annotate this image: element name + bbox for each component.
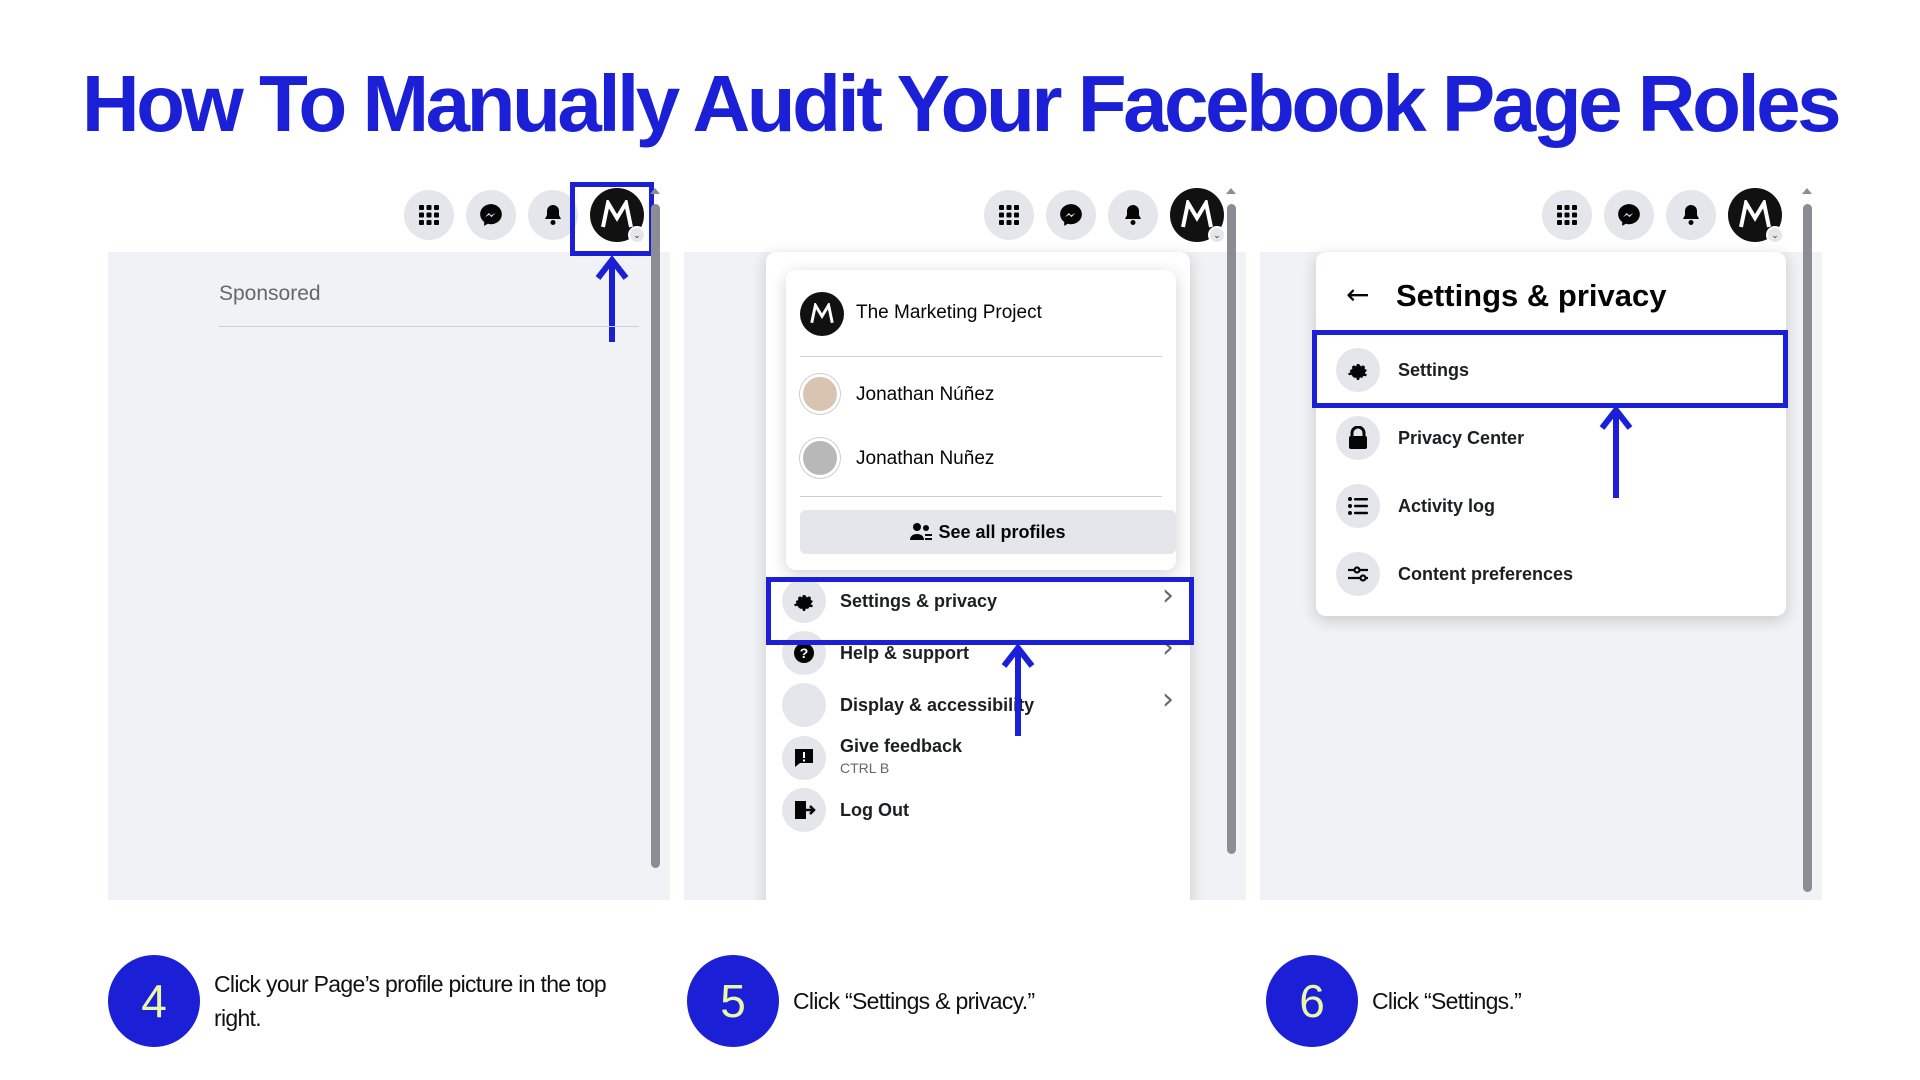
- profile-item[interactable]: Jonathan Nuñez: [856, 448, 994, 470]
- sponsored-label: Sponsored: [219, 282, 321, 305]
- scroll-up-icon[interactable]: [650, 188, 660, 194]
- step-text: Click “Settings & privacy.”: [793, 988, 1035, 1014]
- feedback-icon: [782, 736, 826, 780]
- menu-grid-icon[interactable]: [1542, 190, 1592, 240]
- step-number: 4: [108, 955, 200, 1047]
- page-avatar-icon[interactable]: ⌄: [1170, 188, 1226, 244]
- divider: [800, 356, 1162, 357]
- page-avatar-icon: [800, 292, 844, 336]
- logout-icon: [782, 788, 826, 832]
- scroll-up-icon[interactable]: [1802, 188, 1812, 194]
- chevron-down-icon: ⌄: [1208, 226, 1226, 244]
- step-text: Click your Page’s profile picture in the…: [214, 971, 607, 1031]
- messenger-icon[interactable]: [1604, 190, 1654, 240]
- divider: [219, 326, 639, 327]
- highlight-box: [1312, 330, 1788, 408]
- avatar: [800, 374, 840, 414]
- step-number: 6: [1266, 955, 1358, 1047]
- step-4: 4 Click your Page’s profile picture in t…: [108, 955, 668, 1047]
- menu-grid-icon[interactable]: [404, 190, 454, 240]
- panel-step-4: ⌄ Sponsored: [108, 180, 670, 900]
- menu-grid-icon[interactable]: [984, 190, 1034, 240]
- menu-item-label[interactable]: Content preferences: [1398, 564, 1573, 585]
- feed-background: [108, 252, 670, 900]
- bell-icon[interactable]: [1108, 190, 1158, 240]
- highlight-box: [570, 182, 654, 256]
- back-arrow-icon[interactable]: ←: [1346, 278, 1369, 311]
- scrollbar[interactable]: [1227, 204, 1236, 854]
- up-arrow-icon: [1001, 643, 1035, 736]
- menu-item-label[interactable]: Activity log: [1398, 496, 1495, 517]
- step-5: 5 Click “Settings & privacy.”: [687, 955, 1247, 1047]
- account-menu: The Marketing Project Jonathan Núñez Jon…: [766, 252, 1190, 900]
- chevron-right-icon: ›: [1162, 682, 1174, 717]
- see-all-profiles-button[interactable]: See all profiles: [800, 510, 1176, 554]
- divider: [800, 496, 1162, 497]
- scrollbar[interactable]: [1803, 204, 1812, 892]
- step-6: 6 Click “Settings.”: [1266, 955, 1826, 1047]
- menu-title: Settings & privacy: [1396, 278, 1667, 313]
- messenger-icon[interactable]: [466, 190, 516, 240]
- see-all-label: See all profiles: [938, 521, 1066, 542]
- highlight-box: [766, 577, 1194, 645]
- scroll-up-icon[interactable]: [1226, 188, 1236, 194]
- menu-item-label[interactable]: Privacy Center: [1398, 428, 1524, 449]
- shortcut-hint: CTRL B: [840, 760, 890, 776]
- up-arrow-icon: [1599, 405, 1633, 498]
- page-title: How To Manually Audit Your Facebook Page…: [81, 59, 1842, 148]
- profiles-card: The Marketing Project Jonathan Núñez Jon…: [786, 270, 1176, 570]
- chevron-down-icon: ⌄: [1766, 226, 1784, 244]
- menu-item-label[interactable]: Log Out: [840, 800, 909, 821]
- scrollbar[interactable]: [651, 204, 660, 868]
- bell-icon[interactable]: [1666, 190, 1716, 240]
- people-icon: [910, 523, 933, 540]
- profile-name[interactable]: The Marketing Project: [856, 302, 1042, 324]
- settings-privacy-menu: ← Settings & privacy Settings Privacy Ce…: [1316, 252, 1786, 616]
- panel-step-5: ⌄ The Marketing Project Jonathan Núñez J…: [684, 180, 1246, 900]
- messenger-icon[interactable]: [1046, 190, 1096, 240]
- panel-step-6: ⌄ ← Settings & privacy Settings Privacy …: [1260, 180, 1822, 900]
- step-text: Click “Settings.”: [1372, 988, 1522, 1014]
- list-icon: [1336, 484, 1380, 528]
- menu-item-label[interactable]: Give feedback: [840, 736, 962, 757]
- up-arrow-icon: [595, 255, 629, 342]
- profile-item[interactable]: Jonathan Núñez: [856, 384, 994, 406]
- avatar: [800, 438, 840, 478]
- page-avatar-icon[interactable]: ⌄: [1728, 188, 1784, 244]
- step-number: 5: [687, 955, 779, 1047]
- sliders-icon: [1336, 552, 1380, 596]
- menu-item-label[interactable]: Help & support: [840, 643, 969, 664]
- lock-icon: [1336, 416, 1380, 460]
- top-icon-bar: ⌄: [1542, 188, 1784, 246]
- svg-text:?: ?: [800, 645, 809, 661]
- top-icon-bar: ⌄: [984, 188, 1226, 246]
- moon-icon: [782, 683, 826, 727]
